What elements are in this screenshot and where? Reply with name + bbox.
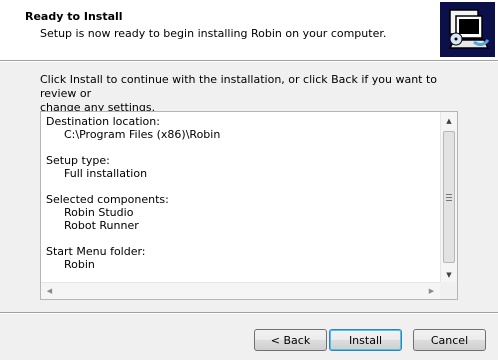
vertical-scroll-thumb[interactable]: [443, 131, 455, 263]
setup-type-group: Setup type: Full installation: [46, 154, 436, 180]
header-separator: [0, 60, 498, 62]
component-item: Robin Studio: [64, 206, 134, 219]
scroll-up-arrow-icon[interactable]: ▲: [441, 112, 457, 129]
instructions-text: Click Install to continue with the insta…: [40, 73, 460, 115]
horizontal-scrollbar[interactable]: ◀ ▶: [41, 282, 440, 299]
wizard-header: Ready to Install Setup is now ready to b…: [0, 0, 498, 60]
grip-icon: [446, 193, 452, 201]
install-button[interactable]: Install: [329, 329, 402, 351]
scrollbar-corner: [440, 282, 457, 299]
install-summary-memo[interactable]: Destination location: C:\Program Files (…: [40, 111, 458, 300]
page-title: Ready to Install: [25, 10, 123, 23]
start-menu-group: Start Menu folder: Robin: [46, 245, 436, 271]
scroll-down-arrow-icon[interactable]: ▼: [441, 266, 457, 283]
setup-type-label: Setup type:: [46, 154, 110, 167]
back-button[interactable]: < Back: [254, 329, 327, 351]
components-group: Selected components: Robin Studio Robot …: [46, 193, 436, 232]
computer-setup-icon: [440, 2, 495, 57]
instructions-line: Click Install to continue with the insta…: [40, 73, 438, 100]
cancel-button[interactable]: Cancel: [413, 329, 486, 351]
vertical-scrollbar[interactable]: ▲ ▼: [440, 112, 457, 283]
scroll-right-arrow-icon[interactable]: ▶: [423, 283, 440, 299]
setup-type-value: Full installation: [64, 167, 148, 180]
destination-label: Destination location:: [46, 115, 160, 128]
page-subtitle: Setup is now ready to begin installing R…: [40, 27, 387, 40]
destination-group: Destination location: C:\Program Files (…: [46, 115, 436, 141]
footer-separator: [0, 312, 498, 314]
computer-setup-icon-graphic: [440, 2, 495, 57]
start-menu-value: Robin: [64, 258, 95, 271]
components-label: Selected components:: [46, 193, 169, 206]
destination-value: C:\Program Files (x86)\Robin: [64, 128, 221, 141]
scroll-left-arrow-icon[interactable]: ◀: [41, 283, 58, 299]
memo-content: Destination location: C:\Program Files (…: [46, 115, 436, 284]
component-item: Robot Runner: [64, 219, 139, 232]
start-menu-label: Start Menu folder:: [46, 245, 146, 258]
